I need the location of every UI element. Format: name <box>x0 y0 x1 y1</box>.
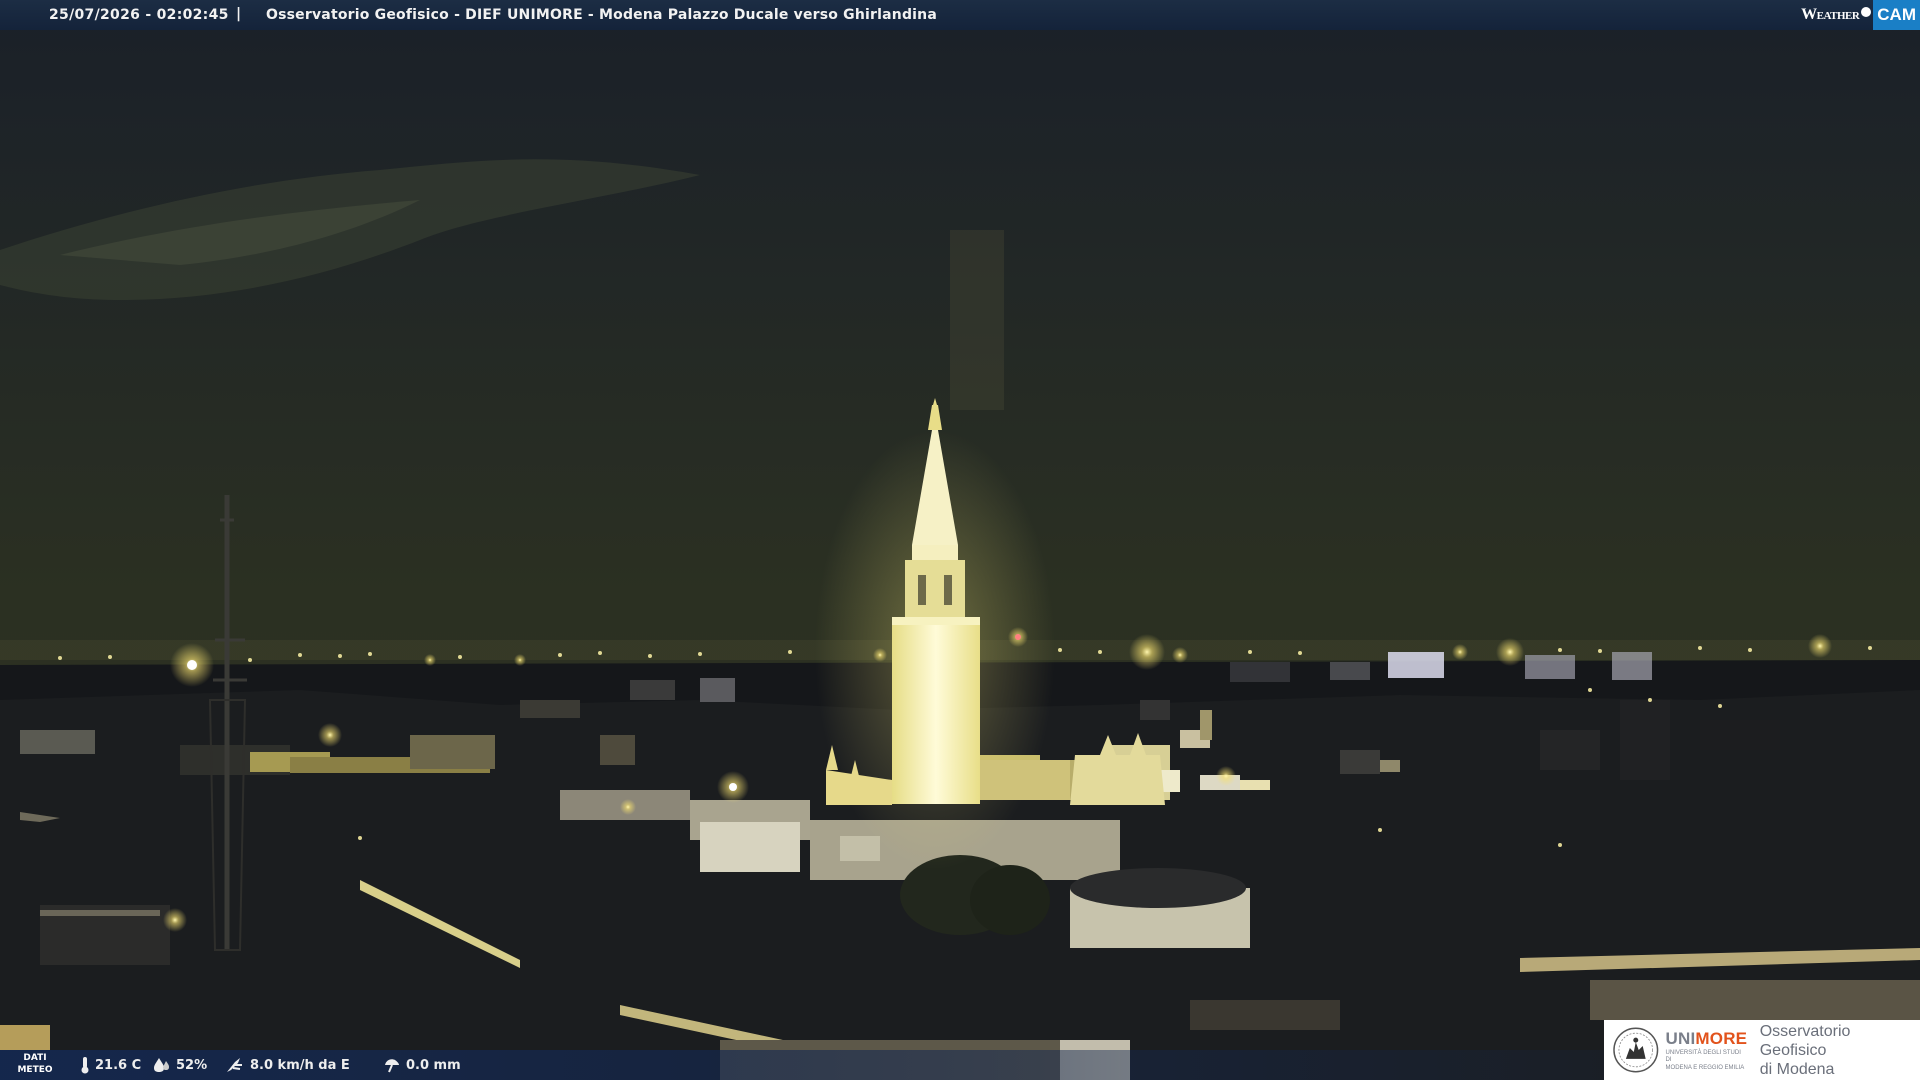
webcam-night-scene <box>0 0 1920 1080</box>
unimore-subtitle-1: UNIVERSITÀ DEGLI STUDI DI <box>1665 1049 1741 1063</box>
top-info-bar: 25/07/2026 - 02:02:45 | Osservatorio Geo… <box>0 0 1920 30</box>
weathercam-logo: Weather CAM <box>1801 0 1920 30</box>
wind-readout: 8.0 km/h da E <box>225 1050 350 1080</box>
wind-value: 8.0 km/h da E <box>250 1057 350 1073</box>
thermometer-icon <box>81 1057 89 1074</box>
humidity-drop-icon <box>154 1058 169 1072</box>
unimore-wordmark: UNIMORE UNIVERSITÀ DEGLI STUDI DI MODENA… <box>1666 1029 1748 1072</box>
webcam-view: 25/07/2026 - 02:02:45 | Osservatorio Geo… <box>0 0 1920 1080</box>
unimore-name-uni: UNI <box>1665 1028 1696 1048</box>
observatory-name-line2: di Modena <box>1759 1060 1835 1078</box>
wind-icon <box>227 1058 242 1072</box>
rain-umbrella-icon <box>385 1059 399 1073</box>
temperature-value: 21.6 C <box>95 1057 142 1073</box>
weather-data-label-line2: METEO <box>17 1065 53 1075</box>
observatory-name: Osservatorio Geofisico di Modena <box>1760 1022 1920 1079</box>
unimore-name: UNIMORE <box>1666 1029 1748 1049</box>
timestamp: 25/07/2026 - 02:02:45 <box>49 7 229 23</box>
rain-readout: 0.0 mm <box>383 1050 461 1080</box>
brand-dot-icon <box>1861 7 1872 17</box>
observatory-name-line1: Osservatorio Geofisico <box>1759 1022 1851 1059</box>
rain-value: 0.0 mm <box>406 1057 461 1073</box>
humidity-value: 52% <box>176 1057 208 1073</box>
unimore-observatory-logo: UNIMORE UNIVERSITÀ DEGLI STUDI DI MODENA… <box>1604 1020 1920 1080</box>
weather-data-bar: DATI METEO 21.6 C 52% 8.0 km/h da E 0.0 … <box>0 1050 1604 1080</box>
unimore-subtitle-2: MODENA E REGGIO EMILIA <box>1665 1064 1745 1071</box>
unimore-name-more: MORE <box>1695 1028 1748 1048</box>
university-seal-icon <box>1613 1027 1659 1073</box>
weather-data-label: DATI METEO <box>14 1052 56 1076</box>
brand-weather-text: Weather <box>1801 6 1860 23</box>
temperature-readout: 21.6 C <box>80 1050 141 1080</box>
humidity-readout: 52% <box>153 1050 207 1080</box>
camera-title: Osservatorio Geofisico - DIEF UNIMORE - … <box>266 7 937 23</box>
weather-data-label-line1: DATI <box>23 1053 47 1063</box>
brand-cam-text: CAM <box>1873 0 1920 30</box>
header-separator: | <box>236 6 242 22</box>
